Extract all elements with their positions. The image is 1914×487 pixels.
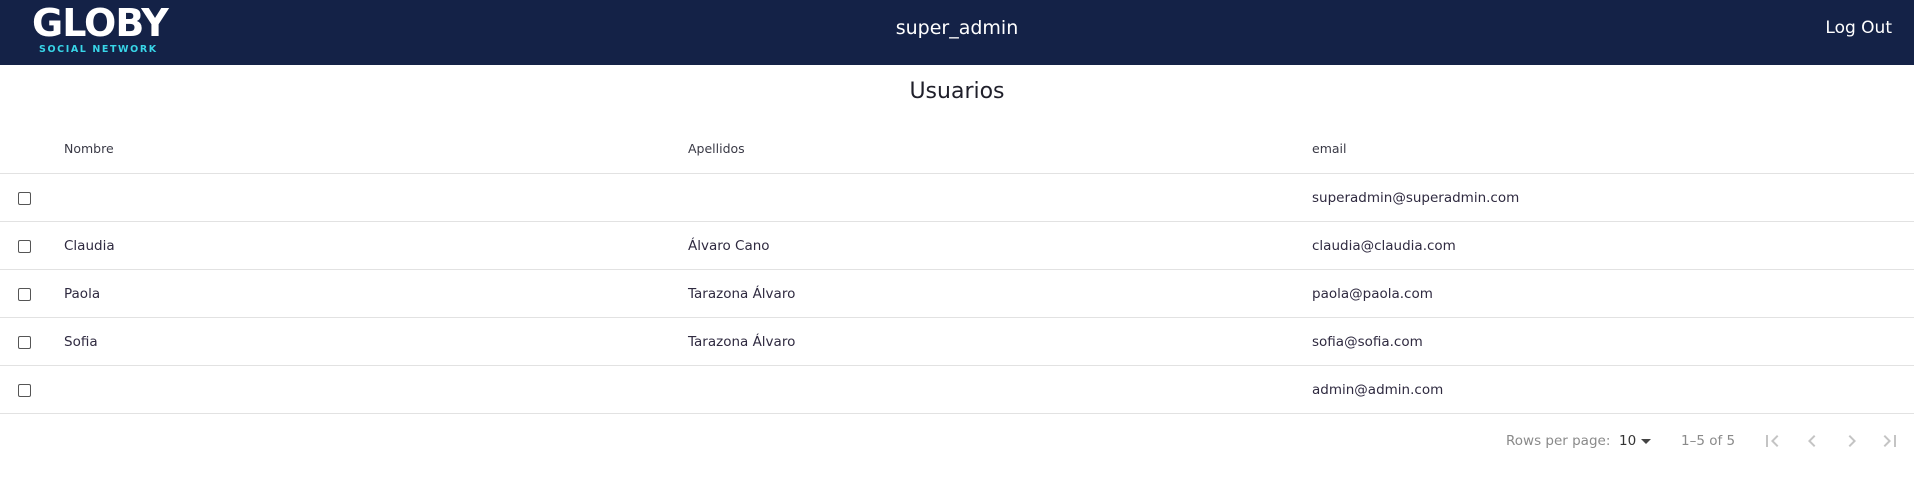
cell-nombre: Claudia — [64, 238, 115, 254]
row-checkbox[interactable] — [18, 192, 31, 205]
cell-email: admin@admin.com — [1312, 382, 1444, 398]
table-row[interactable]: Sofia Tarazona Álvaro sofia@sofia.com — [0, 318, 1914, 366]
row-checkbox[interactable] — [18, 384, 31, 397]
cell-apellidos: Álvaro Cano — [688, 238, 770, 254]
column-header-email[interactable]: email — [1312, 140, 1346, 158]
logout-button[interactable]: Log Out — [1825, 17, 1892, 39]
rows-per-page-select[interactable]: 10 — [1619, 431, 1636, 451]
cell-email: claudia@claudia.com — [1312, 238, 1456, 254]
row-checkbox[interactable] — [18, 288, 31, 301]
page-range-label: 1–5 of 5 — [1681, 433, 1736, 449]
table-header: Nombre Apellidos email — [0, 126, 1914, 174]
users-table: Nombre Apellidos email superadmin@supera… — [0, 126, 1914, 414]
row-checkbox[interactable] — [18, 240, 31, 253]
row-checkbox[interactable] — [18, 336, 31, 349]
next-page-icon[interactable] — [1840, 429, 1864, 453]
cell-nombre: Paola — [64, 286, 101, 302]
table-row[interactable]: Paola Tarazona Álvaro paola@paola.com — [0, 270, 1914, 318]
previous-page-icon[interactable] — [1800, 429, 1824, 453]
table-row[interactable]: Claudia Álvaro Cano claudia@claudia.com — [0, 222, 1914, 270]
column-header-apellidos[interactable]: Apellidos — [688, 140, 745, 158]
column-header-nombre[interactable]: Nombre — [64, 140, 114, 158]
cell-apellidos: Tarazona Álvaro — [688, 286, 796, 302]
page-title: Usuarios — [909, 79, 1005, 104]
table-pagination: Rows per page: 10 1–5 of 5 — [0, 421, 1914, 461]
last-page-icon[interactable] — [1878, 429, 1902, 453]
cell-nombre: Sofia — [64, 334, 98, 350]
app-header: GLOBY SOCIAL NETWORK super_admin Log Out — [0, 0, 1914, 65]
table-row[interactable]: admin@admin.com — [0, 366, 1914, 414]
first-page-icon[interactable] — [1760, 429, 1784, 453]
cell-email: superadmin@superadmin.com — [1312, 190, 1520, 206]
table-row[interactable]: superadmin@superadmin.com — [0, 174, 1914, 222]
current-username: super_admin — [895, 17, 1019, 39]
cell-email: paola@paola.com — [1312, 286, 1433, 302]
rows-per-page-label: Rows per page: — [1506, 433, 1611, 449]
logo-tagline: SOCIAL NETWORK — [39, 44, 158, 55]
cell-apellidos: Tarazona Álvaro — [688, 334, 796, 350]
dropdown-arrow-icon[interactable] — [1641, 439, 1651, 444]
cell-email: sofia@sofia.com — [1312, 334, 1423, 350]
